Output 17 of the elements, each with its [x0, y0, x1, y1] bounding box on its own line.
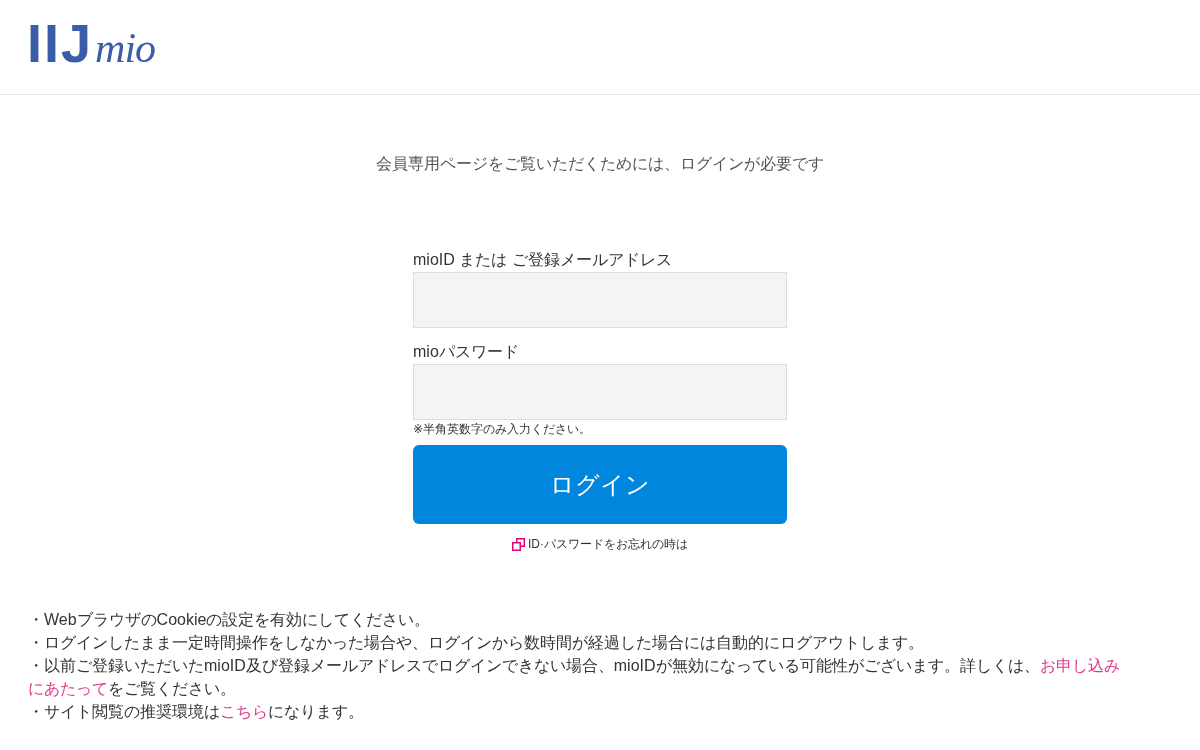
notice-text: ・サイト閲覧の推奨環境はこちらになります。 — [28, 702, 365, 722]
notice-text: ・ログインしたまま一定時間操作をしなかった場合や、ログインから数時間が経過した場合には自動的にログアウトします。 — [28, 633, 925, 653]
link[interactable]: お申し込み — [1039, 657, 1120, 674]
link[interactable]: にあたって — [28, 680, 108, 697]
field-label: mioパスワード — [413, 342, 519, 362]
logo[interactable]: IIJmio — [27, 16, 156, 70]
forgot-password-link[interactable]: ID·パスワードをお忘れの時は — [512, 536, 688, 552]
input-field[interactable] — [413, 364, 787, 420]
input-field[interactable] — [413, 272, 787, 328]
field-hint: ※半角英数字のみ入力ください。 — [413, 421, 592, 437]
notice-text: ・WebブラウザのCookieの設定を有効にしてください。 — [28, 610, 432, 630]
overlapping-squares-icon — [512, 537, 525, 551]
notice-text: ・以前ご登録いただいたmioID及び登録メールアドレスでログインできない場合、mioIDが無効になっている可能性がございます。詳しくは、お申し込み にあたって をご覧ください。 — [28, 656, 1121, 699]
login-required-message: 会員専用ページをご覧いただくためには、ログインが必要です — [375, 154, 825, 174]
field-label: mioID または ご登録メールアドレス — [413, 250, 672, 270]
link[interactable]: こちら — [220, 703, 268, 720]
login-button[interactable]: ログイン — [413, 445, 787, 524]
